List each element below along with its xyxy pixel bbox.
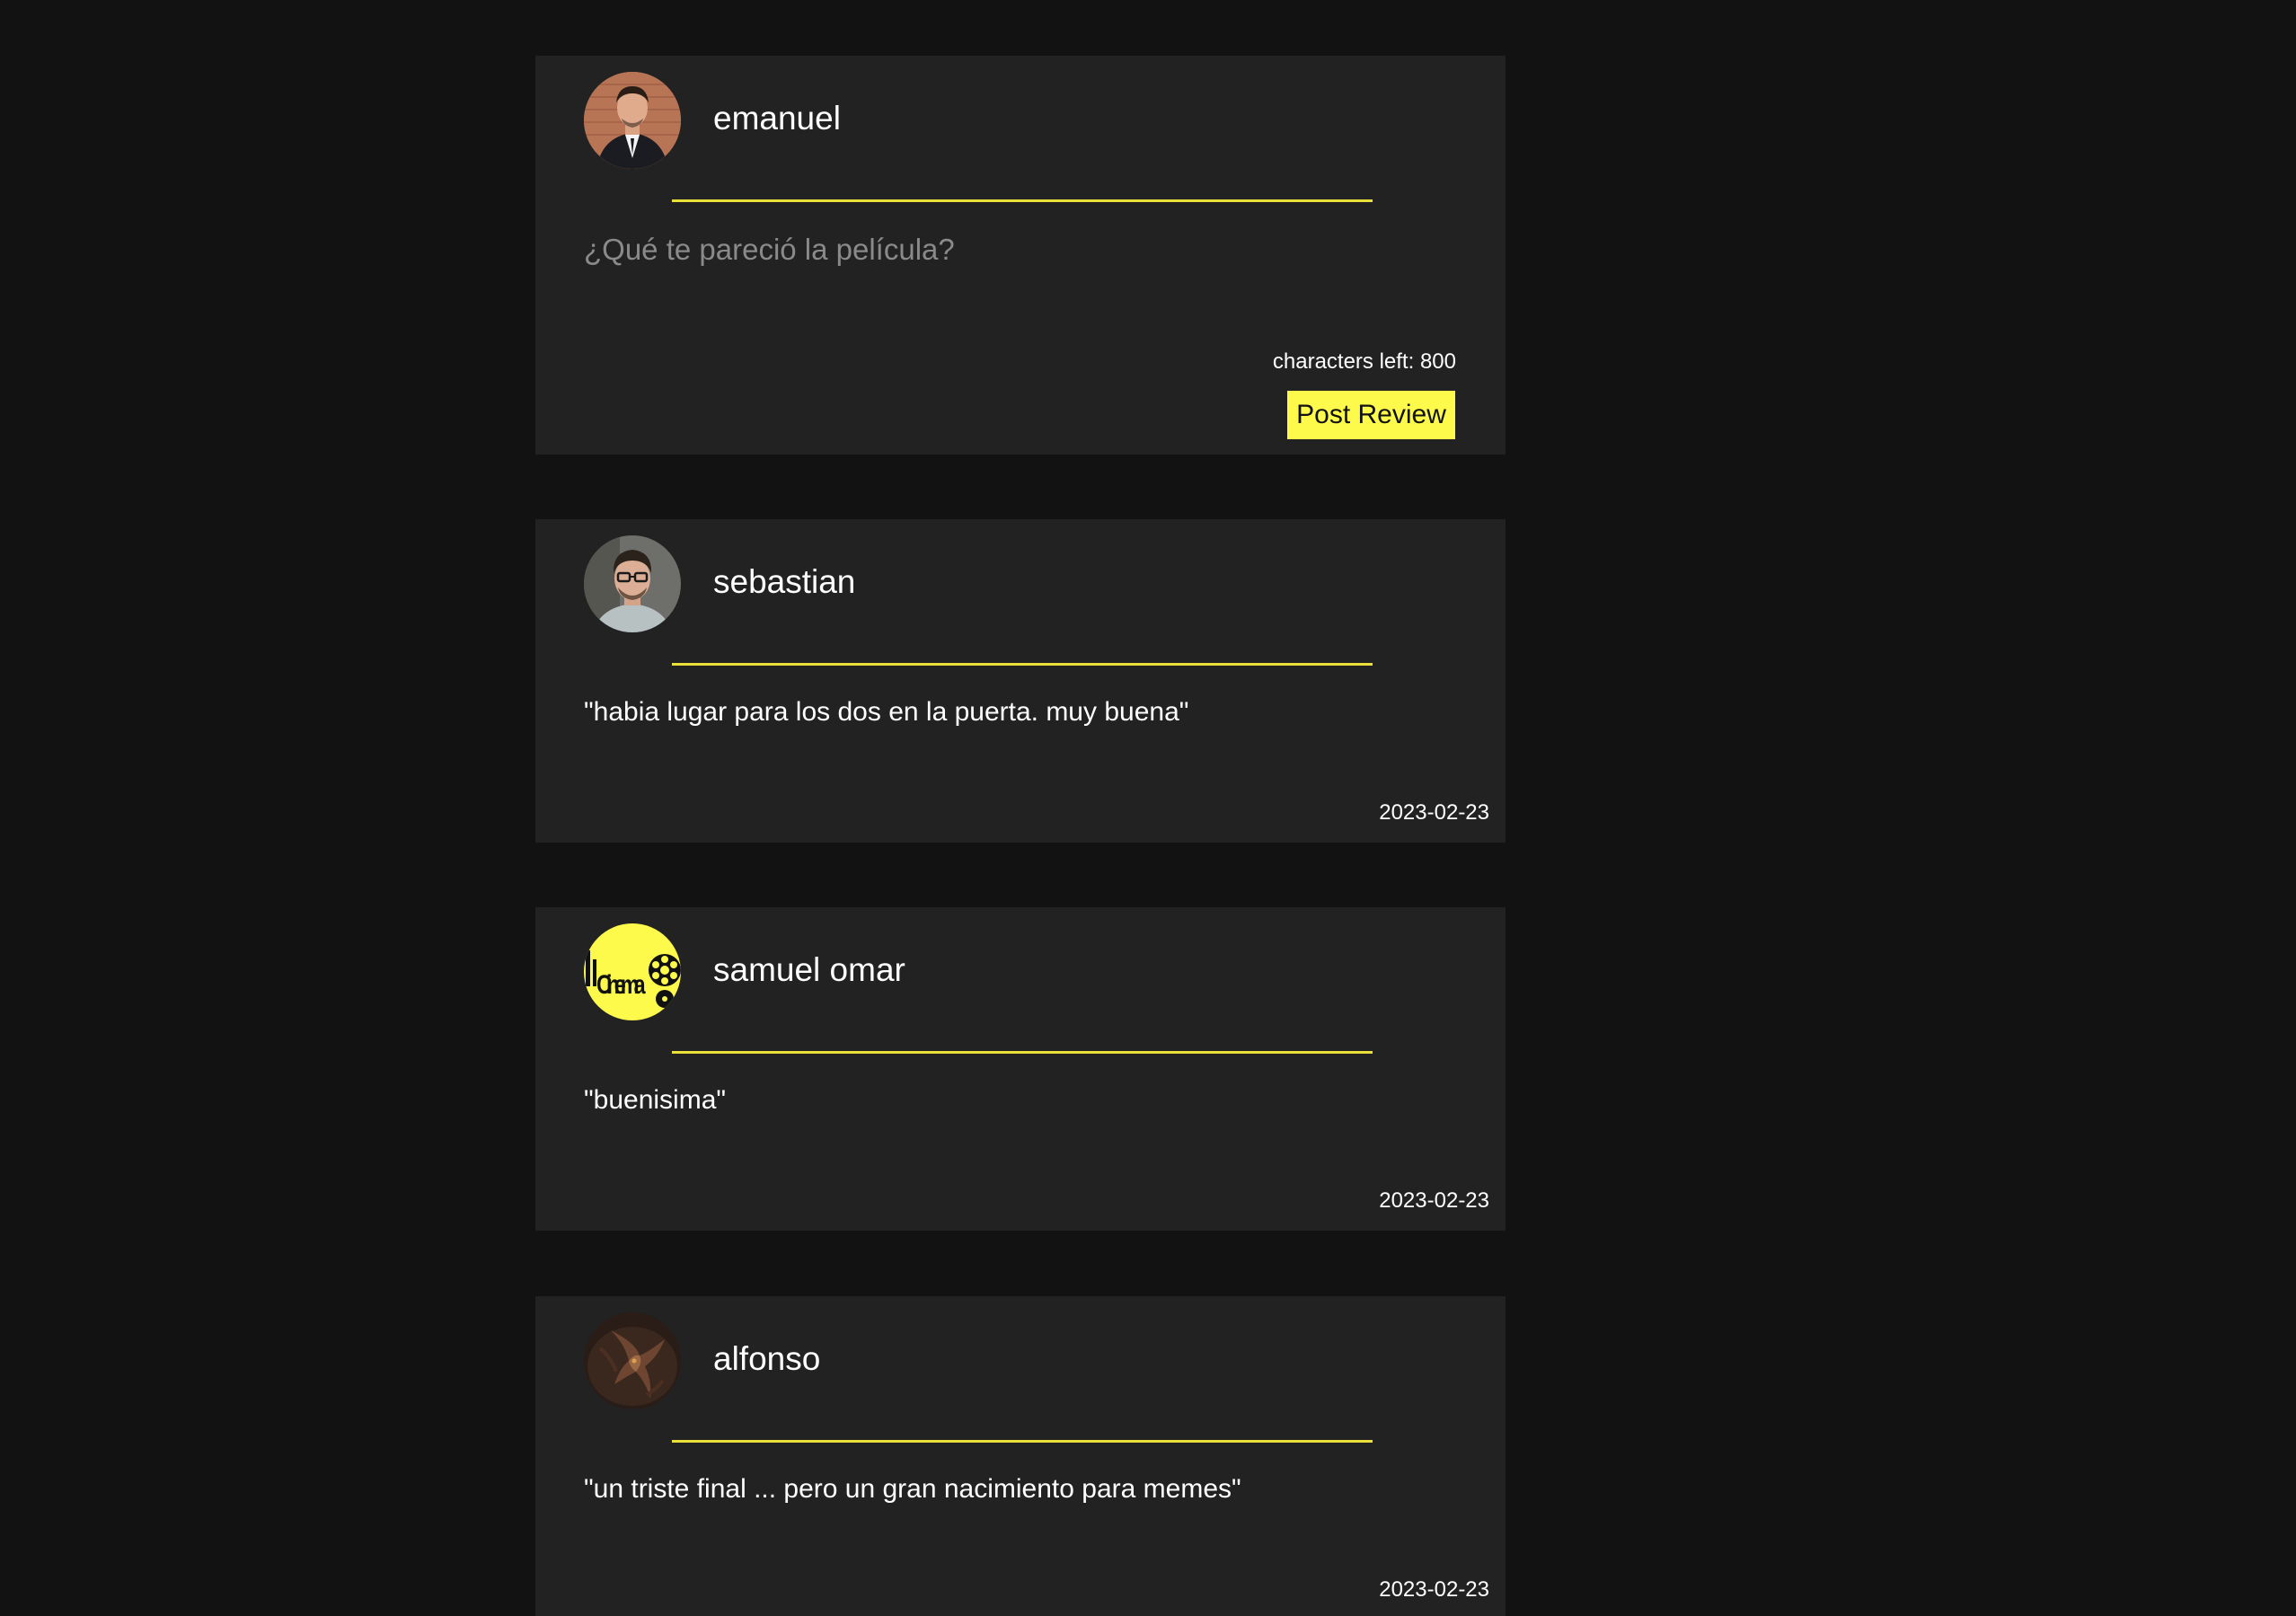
avatar-photo-sebastian [584,535,681,632]
review-card: alfonso "un triste final ... pero un gra… [535,1296,1506,1616]
username: sebastian [713,563,856,600]
characters-left-value: 800 [1419,349,1456,374]
reviews-page: emanuel characters left: 800 Post Review… [0,0,2296,1616]
divider [672,663,1373,666]
cinema-logo-text: Cinema [596,969,646,999]
characters-left-label: characters left: [1272,349,1415,374]
compose-review-card: emanuel characters left: 800 Post Review [535,56,1506,455]
review-input[interactable] [584,232,1446,366]
divider [672,1440,1373,1443]
review-date: 2023-02-23 [1379,1188,1489,1213]
review-text: "un triste final ... pero un gran nacimi… [584,1474,1241,1504]
divider [672,199,1373,202]
review-date: 2023-02-23 [1379,1577,1489,1602]
user-avatar-emanuel[interactable] [584,72,681,169]
dragon-avatar[interactable] [584,1312,681,1409]
username: samuel omar [713,951,905,988]
characters-left-counter: characters left: 800 [1273,349,1456,375]
username: alfonso [713,1340,821,1377]
review-text: "buenisima" [584,1085,727,1115]
review-card: sebastian "habia lugar para los dos en l… [535,519,1506,843]
post-review-button[interactable]: Post Review [1287,391,1455,439]
username: emanuel [713,100,841,137]
review-date: 2023-02-23 [1379,800,1489,825]
cinema-logo-icon: Cinema [584,923,681,1020]
review-text: "habia lugar para los dos en la puerta. … [584,697,1189,727]
user-avatar-sebastian[interactable] [584,535,681,632]
review-card: Cinema samuel omar "buenisima" 2023-02-2… [535,907,1506,1231]
dragon-avatar-image [584,1312,681,1409]
cinema-logo-avatar[interactable]: Cinema [584,923,681,1020]
divider [672,1051,1373,1054]
avatar-photo-emanuel [584,72,681,169]
